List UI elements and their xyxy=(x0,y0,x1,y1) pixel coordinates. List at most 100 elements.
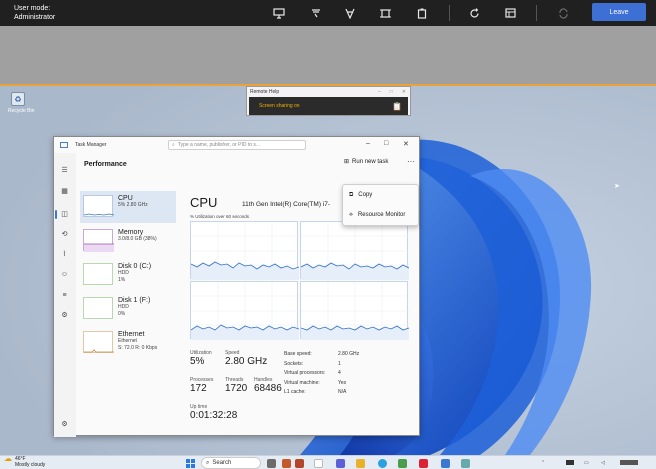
leave-button[interactable]: Leave xyxy=(592,3,646,21)
user-mode: User mode: Administrator xyxy=(14,4,55,22)
task-manager-logo-icon xyxy=(60,142,68,148)
run-new-task-label: Run new task xyxy=(352,158,389,165)
refresh-icon[interactable] xyxy=(555,5,571,21)
close-icon[interactable]: ✕ xyxy=(403,140,409,148)
stat-uptime: Up time 0:01:32:28 xyxy=(190,404,237,421)
detail-key: Virtual processors: xyxy=(284,370,326,376)
remote-toolbar: User mode: Administrator Leave xyxy=(0,0,656,26)
stat-value: 5% xyxy=(190,356,205,367)
search-icon: ⌕ xyxy=(172,142,175,148)
hamburger-icon[interactable]: ☰ xyxy=(59,165,70,176)
list-item-name: Memory xyxy=(118,229,144,236)
clipboard-icon[interactable]: 📋 xyxy=(392,102,402,111)
detail-value: 4 xyxy=(338,370,341,376)
clipboard-icon[interactable] xyxy=(414,5,430,21)
active-indicator xyxy=(55,210,57,219)
stat-value: 172 xyxy=(190,383,207,394)
list-item-sub: S: 72.0 R: 0 Kbps xyxy=(118,345,158,351)
restart-icon[interactable] xyxy=(466,5,482,21)
teams-icon[interactable] xyxy=(336,459,345,468)
disk-thumbnail xyxy=(83,263,113,285)
fullscreen-icon[interactable] xyxy=(377,5,393,21)
taskbar-app-icon[interactable] xyxy=(314,459,323,468)
taskbar-app-icon[interactable] xyxy=(295,459,304,468)
task-view-icon[interactable] xyxy=(267,459,276,468)
monitor-icon[interactable] xyxy=(271,5,287,21)
startup-icon[interactable]: ⌇ xyxy=(59,249,70,260)
user-mode-label: User mode: xyxy=(14,5,51,12)
start-button[interactable] xyxy=(186,459,195,468)
file-explorer-icon[interactable] xyxy=(356,459,365,468)
minimize-icon[interactable]: – xyxy=(366,140,370,147)
copy-icon: ⧉ xyxy=(349,191,354,198)
minimize-icon[interactable]: – xyxy=(378,87,381,97)
taskbar-app-icon[interactable] xyxy=(398,459,407,468)
list-item-disk-0[interactable]: Disk 0 (C:) HDD 1% xyxy=(80,259,176,291)
window-title: Task Manager xyxy=(75,142,107,148)
taskbar-app-icon[interactable] xyxy=(419,459,428,468)
maximize-icon[interactable]: □ xyxy=(390,87,393,97)
edge-icon[interactable] xyxy=(378,459,387,468)
list-item-name: Disk 0 (C:) xyxy=(118,263,152,270)
detail-value: Yes xyxy=(338,380,347,386)
stat-processes: Processes 172 xyxy=(190,377,213,394)
recycle-bin-icon: ♻ xyxy=(11,92,25,106)
list-item-ethernet[interactable]: Ethernet Ethernet S: 72.0 R: 0 Kbps xyxy=(80,327,176,359)
task-manager-window: Task Manager ⌕ Type a name, publisher, o… xyxy=(53,136,420,437)
memory-thumbnail xyxy=(83,229,114,252)
taskbar-search-label: Search xyxy=(212,460,232,466)
taskbar-app-icon[interactable] xyxy=(461,459,470,468)
weather-widget[interactable]: ☁ 46°F Mostly cloudy xyxy=(4,455,45,469)
task-manager-taskbar-icon[interactable] xyxy=(441,459,450,468)
services-icon[interactable]: ⚙ xyxy=(59,310,70,321)
volume-icon[interactable]: ◁ xyxy=(601,460,609,466)
menu-item-resource-monitor[interactable]: ⟡ Resource Monitor xyxy=(343,205,418,225)
list-item-memory[interactable]: Memory 3.0/8.0 GB (38%) xyxy=(80,225,176,257)
details-icon[interactable]: ≡ xyxy=(59,290,70,301)
run-new-task-button[interactable]: ⊞ Run new task xyxy=(344,158,389,166)
stat-value: 1720 xyxy=(225,383,248,394)
tray-app-icon[interactable] xyxy=(566,460,574,465)
close-icon[interactable]: ✕ xyxy=(402,87,406,97)
users-icon[interactable]: ☺ xyxy=(59,269,70,280)
performance-icon[interactable]: ◫ xyxy=(59,209,70,220)
list-item-sub: 1% xyxy=(118,277,126,283)
taskbar-app-icon[interactable] xyxy=(282,459,291,468)
cpu-graph-core-1 xyxy=(300,221,410,280)
app-history-icon[interactable]: ⟲ xyxy=(59,229,70,240)
maximize-icon[interactable]: □ xyxy=(384,140,388,147)
processes-icon[interactable]: ▦ xyxy=(59,186,70,197)
stat-value: 0:01:32:28 xyxy=(190,410,238,421)
list-item-sub: Ethernet xyxy=(118,338,137,344)
more-options-icon[interactable]: ··· xyxy=(407,157,415,166)
utilization-graph-label: % Utilization over 60 seconds xyxy=(190,214,250,219)
list-item-sub: 0% xyxy=(118,311,126,317)
menu-item-copy[interactable]: ⧉ Copy xyxy=(343,185,418,205)
list-item-sub: 5% 2.80 GHz xyxy=(118,202,148,208)
session-margin xyxy=(0,26,656,84)
taskbar: ☁ 46°F Mostly cloudy ⌕ Search ⌃ ▭ ◁ xyxy=(0,455,656,469)
detail-key: L1 cache: xyxy=(284,389,306,395)
cursor-icon[interactable] xyxy=(308,5,324,21)
cpu-graph-core-0 xyxy=(190,221,300,280)
taskbar-search[interactable]: ⌕ Search xyxy=(201,457,261,469)
cpu-model: 11th Gen Intel(R) Core(TM) i7- xyxy=(242,201,331,208)
search-input[interactable]: ⌕ Type a name, publisher, or PID to s... xyxy=(168,140,306,150)
task-manager-icon[interactable] xyxy=(502,5,518,21)
list-item-disk-1[interactable]: Disk 1 (F:) HDD 0% xyxy=(80,293,176,325)
recycle-bin-label: Recycle Bin xyxy=(8,108,35,114)
ethernet-thumbnail xyxy=(83,331,114,353)
user-mode-value: Administrator xyxy=(14,14,56,21)
laser-pointer-icon[interactable] xyxy=(342,5,358,21)
chevron-up-icon[interactable]: ⌃ xyxy=(541,460,549,466)
detail-key: Base speed: xyxy=(284,351,312,357)
clock[interactable] xyxy=(620,460,638,465)
list-item-cpu[interactable]: CPU 5% 2.80 GHz xyxy=(80,191,176,223)
nav-rail: ☰ ▦ ◫ ⟲ ⌇ ☺ ≡ ⚙ ⚙ xyxy=(54,153,76,437)
settings-icon[interactable]: ⚙ xyxy=(59,419,70,430)
network-icon[interactable]: ▭ xyxy=(584,460,592,466)
stat-speed: Speed 2.80 GHz xyxy=(225,350,267,367)
recycle-bin[interactable]: ♻ Recycle Bin xyxy=(8,92,35,114)
detail-key: Virtual machine: xyxy=(284,380,320,386)
remote-help-title: Remote Help xyxy=(250,89,280,95)
